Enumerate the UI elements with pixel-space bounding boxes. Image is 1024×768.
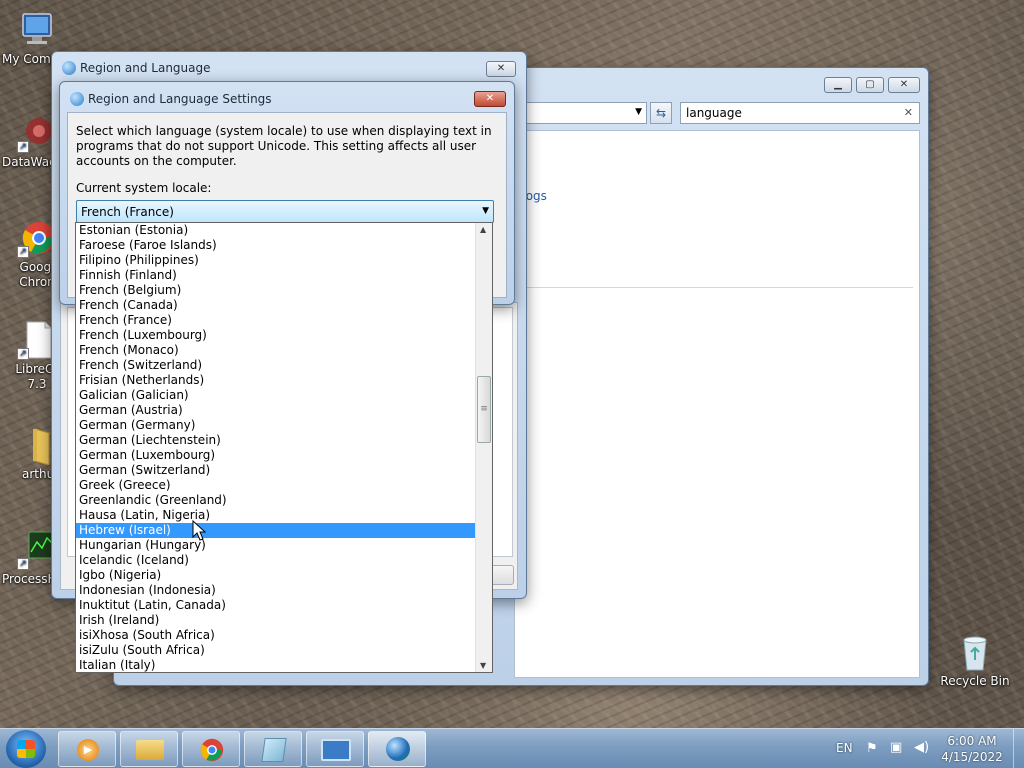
minimize-button[interactable]: ▁ (824, 77, 852, 93)
notepad-icon (261, 738, 287, 762)
dialog-description: Select which language (system locale) to… (76, 124, 492, 168)
network-icon[interactable]: ▣ (890, 740, 902, 755)
locale-option[interactable]: Indonesian (Indonesia) (76, 583, 476, 598)
scroll-up-arrow[interactable]: ▲ (480, 225, 486, 234)
globe-icon (62, 61, 76, 75)
chevron-down-icon: ▼ (482, 206, 489, 216)
locale-option[interactable]: Hausa (Latin, Nigeria) (76, 508, 476, 523)
locale-option[interactable]: German (Liechtenstein) (76, 433, 476, 448)
locale-option[interactable]: Faroese (Faroe Islands) (76, 238, 476, 253)
select-value: French (France) (81, 205, 174, 219)
locale-option[interactable]: German (Luxembourg) (76, 448, 476, 463)
locale-option[interactable]: Inuktitut (Latin, Canada) (76, 598, 476, 613)
shortcut-arrow-icon: ↗ (17, 246, 29, 258)
start-button[interactable] (6, 730, 46, 768)
locale-option[interactable]: Italian (Italy) (76, 658, 476, 672)
clear-search-icon[interactable]: ✕ (904, 106, 913, 119)
locale-option[interactable]: Hungarian (Hungary) (76, 538, 476, 553)
locale-option[interactable]: Frisian (Netherlands) (76, 373, 476, 388)
refresh-button[interactable]: ⇆ (650, 102, 672, 124)
search-input[interactable]: language (686, 106, 742, 120)
globe-icon (70, 92, 84, 106)
locale-option[interactable]: Hebrew (Israel) (76, 523, 476, 538)
locale-option[interactable]: Irish (Ireland) (76, 613, 476, 628)
show-desktop-button[interactable] (1013, 729, 1024, 768)
taskbar-region-language[interactable] (368, 731, 426, 767)
locale-option[interactable]: German (Germany) (76, 418, 476, 433)
search-box[interactable]: language ✕ (680, 102, 920, 124)
locale-option[interactable]: French (Luxembourg) (76, 328, 476, 343)
language-indicator[interactable]: EN (836, 741, 853, 755)
locale-option[interactable]: German (Switzerland) (76, 463, 476, 478)
control-panel-icon (321, 739, 351, 761)
refresh-icon: ⇆ (655, 106, 667, 120)
file-explorer-icon (136, 740, 164, 760)
mouse-cursor-icon (192, 520, 206, 541)
scrollbar-thumb[interactable]: ≡ (477, 376, 491, 443)
scrollbar[interactable]: ▲ ≡ ▼ (475, 223, 492, 672)
control-panel-content: alogs (514, 130, 920, 678)
windows-logo-icon (17, 740, 35, 758)
clock-date: 4/15/2022 (941, 750, 1003, 764)
shortcut-arrow-icon: ↗ (17, 141, 29, 153)
locale-option[interactable]: Igbo (Nigeria) (76, 568, 476, 583)
scroll-down-arrow[interactable]: ▼ (480, 661, 486, 670)
taskbar-chrome[interactable] (182, 731, 240, 767)
locale-option[interactable]: Filipino (Philippines) (76, 253, 476, 268)
locale-option[interactable]: Icelandic (Iceland) (76, 553, 476, 568)
system-locale-select[interactable]: French (France) ▼ (76, 200, 494, 223)
locale-label: Current system locale: (76, 181, 212, 195)
address-bar[interactable]: ▼ (514, 102, 647, 124)
locale-option[interactable]: Finnish (Finland) (76, 268, 476, 283)
chevron-down-icon[interactable]: ▼ (635, 107, 642, 117)
clock[interactable]: 6:00 AM 4/15/2022 (940, 733, 1004, 765)
locale-option[interactable]: isiZulu (South Africa) (76, 643, 476, 658)
taskbar-control-panel[interactable] (306, 731, 364, 767)
chrome-icon (200, 738, 224, 762)
taskbar-notepad[interactable] (244, 731, 302, 767)
locale-option[interactable]: Greenlandic (Greenland) (76, 493, 476, 508)
taskbar-windows-media-player[interactable]: ▶ (58, 731, 116, 767)
locale-option[interactable]: French (Belgium) (76, 283, 476, 298)
locale-option[interactable]: French (France) (76, 313, 476, 328)
locale-option[interactable]: French (Monaco) (76, 343, 476, 358)
close-button[interactable]: ✕ (486, 61, 516, 77)
locale-option[interactable]: French (Canada) (76, 298, 476, 313)
locale-items: Estonian (Estonia) Faroese (Faroe Islands… (76, 223, 476, 672)
shortcut-arrow-icon: ↗ (17, 348, 29, 360)
action-center-flag-icon[interactable]: ⚑ (866, 741, 878, 756)
locale-dropdown-list[interactable]: Estonian (Estonia) Faroese (Faroe Islands… (75, 222, 493, 673)
close-button[interactable]: ✕ (888, 77, 920, 93)
desktop-icon-recycle-bin[interactable]: Recycle Bin (938, 632, 1012, 689)
taskbar-file-explorer[interactable] (120, 731, 178, 767)
computer-icon (17, 10, 57, 50)
clock-time: 6:00 AM (947, 734, 997, 748)
desktop-icon-label: Recycle Bin (940, 674, 1010, 688)
locale-option[interactable]: isiXhosa (South Africa) (76, 628, 476, 643)
maximize-button[interactable]: ▢ (856, 77, 884, 93)
taskbar: ▶ EN ⚑ ▣ ◀) 6:00 AM 4/15/2022 (0, 728, 1024, 768)
locale-option[interactable]: French (Switzerland) (76, 358, 476, 373)
locale-option[interactable]: Greek (Greece) (76, 478, 476, 493)
window-title: Region and Language (80, 61, 211, 75)
close-button[interactable]: ✕ (474, 91, 506, 107)
volume-icon[interactable]: ◀) (914, 740, 929, 755)
shortcut-arrow-icon: ↗ (17, 558, 29, 570)
locale-option[interactable]: Galician (Galician) (76, 388, 476, 403)
locale-option[interactable]: Estonian (Estonia) (76, 223, 476, 238)
locale-option[interactable]: German (Austria) (76, 403, 476, 418)
windows-media-player-icon: ▶ (77, 739, 99, 761)
region-language-icon (386, 737, 410, 761)
divider (515, 287, 913, 288)
dialog-title: Region and Language Settings (88, 92, 272, 106)
recycle-bin-icon (955, 632, 995, 672)
